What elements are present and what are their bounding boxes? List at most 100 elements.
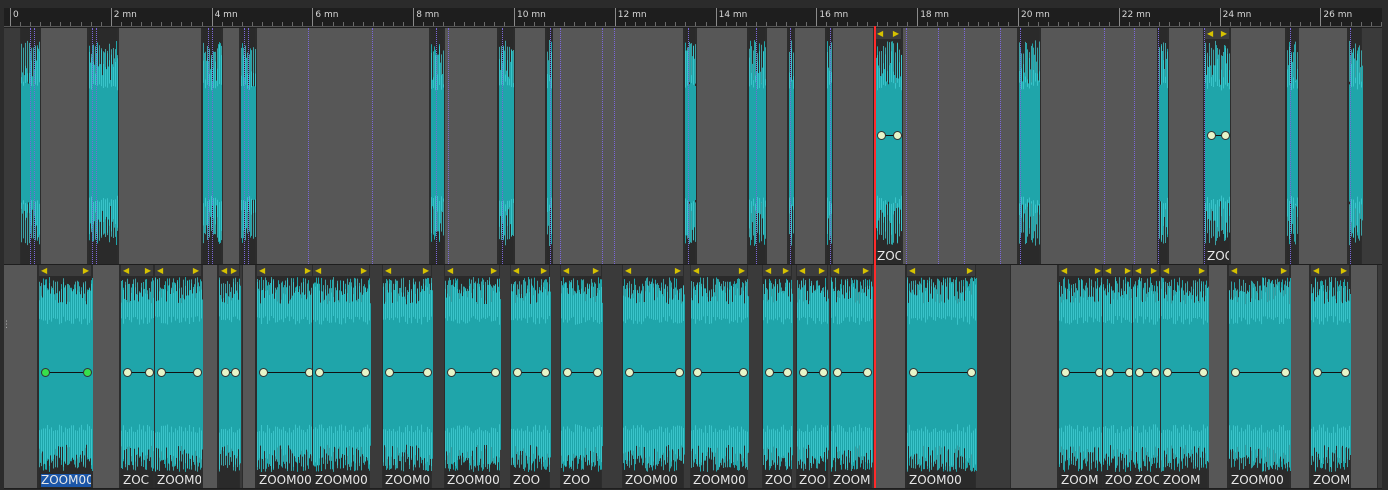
envelope-node[interactable]	[675, 368, 684, 377]
volume-envelope-line[interactable]	[263, 372, 309, 373]
envelope-node[interactable]	[83, 368, 92, 377]
empty-clip-region[interactable]	[794, 28, 826, 264]
fade-out-handle-icon[interactable]: ▶	[83, 266, 89, 275]
volume-envelope-line[interactable]	[1065, 372, 1099, 373]
empty-clip-region[interactable]	[222, 28, 240, 264]
envelope-node[interactable]	[1135, 368, 1144, 377]
audio-clip[interactable]: ◀ ▶ ZOOM00	[256, 265, 315, 488]
fade-in-handle-icon[interactable]: ◀	[513, 266, 519, 275]
empty-clip-region[interactable]	[514, 28, 546, 264]
envelope-node[interactable]	[231, 368, 240, 377]
fade-out-handle-icon[interactable]: ▶	[863, 266, 869, 275]
volume-envelope-line[interactable]	[451, 372, 495, 373]
fade-out-handle-icon[interactable]: ▶	[305, 266, 311, 275]
envelope-node[interactable]	[693, 368, 702, 377]
fade-out-handle-icon[interactable]: ▶	[739, 266, 745, 275]
volume-envelope-line[interactable]	[45, 372, 87, 373]
audio-clip[interactable]: ◀ ▶ ZOO	[796, 265, 829, 488]
empty-clip-region[interactable]	[552, 28, 684, 264]
audio-clip[interactable]: ◀ ▶ ZOO	[762, 265, 793, 488]
audio-clip[interactable]: ◀ ▶ ZOOM00	[444, 265, 501, 488]
envelope-node[interactable]	[1221, 131, 1230, 140]
envelope-node[interactable]	[967, 368, 976, 377]
volume-envelope-line[interactable]	[697, 372, 743, 373]
envelope-node[interactable]	[877, 131, 886, 140]
audio-clip[interactable]: ◀ ▶ ZOC	[874, 28, 903, 264]
empty-clip-region[interactable]	[1350, 265, 1378, 488]
volume-envelope-line[interactable]	[1235, 372, 1285, 373]
clip-header-bar[interactable]	[907, 265, 975, 276]
fade-in-handle-icon[interactable]: ◀	[259, 266, 265, 275]
fade-in-handle-icon[interactable]: ◀	[315, 266, 321, 275]
audio-clip[interactable]: ◀ ▶ ZOO	[510, 265, 551, 488]
audio-clip[interactable]: ◀ ▶ ZOO	[560, 265, 603, 488]
envelope-node[interactable]	[799, 368, 808, 377]
empty-clip-region[interactable]	[40, 28, 88, 264]
empty-clip-region[interactable]	[1230, 28, 1286, 264]
envelope-node[interactable]	[1207, 131, 1216, 140]
fade-out-handle-icon[interactable]: ▶	[675, 266, 681, 275]
audio-clip[interactable]: ◀ ▶ ZOOM	[1160, 265, 1209, 488]
envelope-node[interactable]	[491, 368, 500, 377]
empty-clip-region[interactable]	[202, 265, 218, 488]
envelope-node[interactable]	[1105, 368, 1114, 377]
fade-out-handle-icon[interactable]: ▶	[967, 266, 973, 275]
empty-clip-region[interactable]	[1010, 265, 1058, 488]
fade-in-handle-icon[interactable]: ◀	[1207, 29, 1213, 38]
fade-out-handle-icon[interactable]: ▶	[593, 266, 599, 275]
fade-in-handle-icon[interactable]: ◀	[1105, 266, 1111, 275]
playhead-cursor[interactable]	[874, 26, 876, 488]
audio-clip[interactable]: ◀ ▶ ZOC	[120, 265, 155, 488]
envelope-node[interactable]	[541, 368, 550, 377]
fade-in-handle-icon[interactable]: ◀	[1313, 266, 1319, 275]
audio-clip[interactable]: ◀ ▶ ZOOM0	[382, 265, 433, 488]
audio-clip[interactable]: ◀ ▶ ZOOM	[1058, 265, 1105, 488]
fade-in-handle-icon[interactable]: ◀	[833, 266, 839, 275]
empty-clip-region[interactable]	[766, 28, 788, 264]
volume-envelope-line[interactable]	[389, 372, 427, 373]
fade-out-handle-icon[interactable]: ▶	[1199, 266, 1205, 275]
envelope-node[interactable]	[447, 368, 456, 377]
empty-clip-region[interactable]	[696, 28, 748, 264]
envelope-node[interactable]	[819, 368, 828, 377]
envelope-node[interactable]	[909, 368, 918, 377]
empty-clip-region[interactable]	[444, 28, 498, 264]
envelope-node[interactable]	[385, 368, 394, 377]
empty-clip-region[interactable]	[1168, 28, 1204, 264]
fade-in-handle-icon[interactable]: ◀	[123, 266, 129, 275]
fade-in-handle-icon[interactable]: ◀	[625, 266, 631, 275]
fade-in-handle-icon[interactable]: ◀	[447, 266, 453, 275]
audio-track-2[interactable]: ◀ ▶ ZOOM00 ◀ ▶ ZOC ◀ ▶ ZOOM0 ◀ ▶ ◀ ▶ ZOOM00 ◀ ▶ ZOOM00 ◀ ▶…	[4, 264, 1382, 489]
envelope-node[interactable]	[361, 368, 370, 377]
fade-out-handle-icon[interactable]: ▶	[1221, 29, 1227, 38]
envelope-node[interactable]	[423, 368, 432, 377]
envelope-node[interactable]	[1231, 368, 1240, 377]
envelope-node[interactable]	[563, 368, 572, 377]
empty-clip-region[interactable]	[1290, 265, 1310, 488]
volume-envelope-line[interactable]	[629, 372, 679, 373]
audio-clip[interactable]: ◀ ▶ ZOOM00	[38, 265, 93, 488]
fade-out-handle-icon[interactable]: ▶	[1095, 266, 1101, 275]
empty-clip-region[interactable]	[242, 265, 256, 488]
audio-clip[interactable]: ◀ ▶ ZOOM00	[690, 265, 749, 488]
fade-in-handle-icon[interactable]: ◀	[877, 29, 883, 38]
fade-out-handle-icon[interactable]: ▶	[1341, 266, 1347, 275]
fade-out-handle-icon[interactable]: ▶	[491, 266, 497, 275]
envelope-node[interactable]	[41, 368, 50, 377]
audio-clip[interactable]	[1286, 28, 1299, 264]
envelope-node[interactable]	[221, 368, 230, 377]
empty-clip-region[interactable]	[832, 28, 874, 264]
audio-clip[interactable]: ◀ ▶ ZOOM00	[1228, 265, 1291, 488]
envelope-node[interactable]	[145, 368, 154, 377]
volume-envelope-line[interactable]	[1167, 372, 1203, 373]
audio-clip[interactable]	[684, 28, 697, 264]
envelope-node[interactable]	[1281, 368, 1290, 377]
fade-in-handle-icon[interactable]: ◀	[1135, 266, 1141, 275]
empty-clip-region[interactable]	[1298, 28, 1348, 264]
fade-in-handle-icon[interactable]: ◀	[1231, 266, 1237, 275]
fade-out-handle-icon[interactable]: ▶	[1125, 266, 1131, 275]
envelope-node[interactable]	[1199, 368, 1208, 377]
audio-clip[interactable]: ◀ ▶ ZOO	[1102, 265, 1135, 488]
fade-out-handle-icon[interactable]: ▶	[145, 266, 151, 275]
fade-out-handle-icon[interactable]: ▶	[423, 266, 429, 275]
